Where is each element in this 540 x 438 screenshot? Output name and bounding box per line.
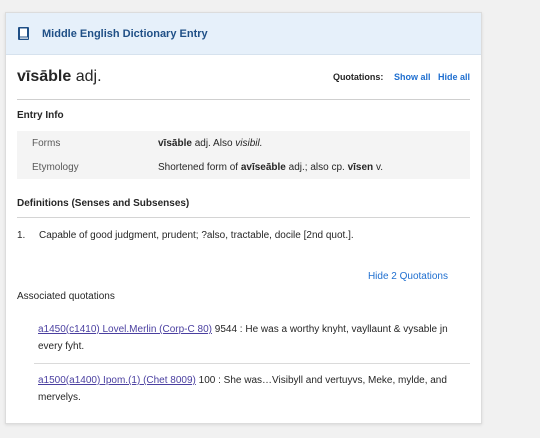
etymology-suffix: v.	[375, 161, 383, 173]
sense-item: 1. Capable of good judgment, prudent; ?a…	[17, 230, 470, 241]
part-of-speech: adj.	[75, 68, 102, 85]
quotations-controls: Quotations: Show all Hide all	[333, 72, 470, 82]
show-all-link[interactable]: Show all	[394, 72, 431, 82]
quotation-item: a1500(a1400) Ipom.(1) (Chet 8009) 100 : …	[34, 364, 470, 414]
dictionary-entry-card: Middle English Dictionary Entry vīsāble …	[5, 12, 482, 424]
entry-info-table: Forms vīsāble adj. Also visibil. Etymolo…	[17, 131, 470, 179]
quotation-line: 9544	[214, 324, 238, 335]
quotation-source-link[interactable]: a1450(c1410) Lovel.Merlin (Corp-C 80)	[38, 324, 212, 335]
etymology-word-2: vīsen	[347, 161, 374, 173]
entry-head: vīsāble adj. Quotations: Show all Hide a…	[17, 55, 470, 100]
etymology-row: Etymology Shortened form of avīseāble ad…	[17, 155, 470, 179]
quotations-label: Quotations:	[332, 72, 384, 82]
entry-info-title: Entry Info	[17, 110, 64, 121]
definitions-title: Definitions (Senses and Subsenses)	[17, 198, 470, 218]
forms-headword: vīsāble	[158, 137, 192, 149]
sense-text: Capable of good judgment, prudent; ?also…	[39, 230, 354, 241]
headword: vīsāble adj.	[17, 68, 102, 86]
forms-pos: adj. Also	[194, 137, 233, 149]
forms-row: Forms vīsāble adj. Also visibil.	[17, 131, 470, 155]
quotation-item: a1450(c1410) Lovel.Merlin (Corp-C 80) 95…	[34, 315, 470, 364]
etymology-mid: adj.; also cp.	[288, 161, 345, 173]
associated-quotations-label: Associated quotations	[17, 291, 115, 302]
etymology-prefix: Shortened form of	[158, 161, 239, 173]
hide-all-link[interactable]: Hide all	[438, 72, 470, 82]
headword-text: vīsāble	[17, 68, 72, 85]
etymology-value: Shortened form of avīseāble adj.; also c…	[158, 162, 383, 173]
hide-quotations-link[interactable]: Hide 2 Quotations	[368, 271, 448, 282]
etymology-word-1: avīseāble	[240, 161, 286, 173]
book-icon	[18, 27, 30, 40]
etymology-label: Etymology	[32, 161, 79, 173]
card-header: Middle English Dictionary Entry	[6, 13, 481, 55]
forms-label: Forms	[32, 137, 61, 149]
forms-variant: visibil.	[235, 137, 263, 149]
quotations-list: a1450(c1410) Lovel.Merlin (Corp-C 80) 95…	[34, 315, 470, 414]
sense-number: 1.	[17, 230, 26, 241]
quotation-source-link[interactable]: a1500(a1400) Ipom.(1) (Chet 8009)	[38, 375, 196, 386]
quotation-line: 100	[198, 375, 216, 386]
forms-value: vīsāble adj. Also visibil.	[158, 138, 263, 149]
card-title: Middle English Dictionary Entry	[42, 27, 208, 40]
